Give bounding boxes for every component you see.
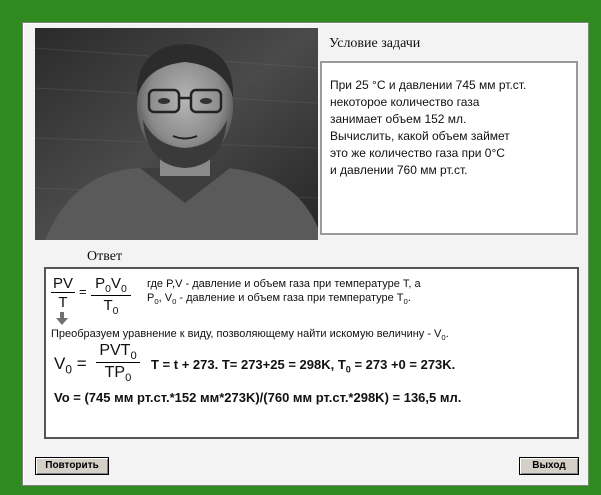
condition-line: Вычислить, какой объем займет [330,129,510,143]
result-line: Vo = (745 мм рт.ст.*152 мм*273K)/(760 мм… [54,390,462,405]
v0-symbol: V0 = [54,354,87,377]
note-line-1: где P,V - давление и объем газа при темп… [147,278,421,290]
condition-line: При 25 °C и давлении 745 мм рт.ст. [330,78,527,92]
condition-line: некоторое количество газа [330,95,480,109]
note-line-2: P0, V0 - давление и объем газа при темпе… [147,292,411,307]
repeat-button[interactable]: Повторить [35,457,109,475]
answer-box: PV T = P0V0 T0 где P,V - давление и объе… [44,267,579,439]
condition-title: Условие задачи [329,36,421,51]
temperature-formula: T = t + 273. T= 273+25 = 298K, T0 = 273 … [151,357,456,375]
lecturer-video [35,28,318,240]
equals-sign: = [79,284,87,299]
condition-line: занимает объем 152 мл. [330,112,467,126]
answer-title: Ответ [87,249,123,264]
arrow-down-icon [56,312,68,325]
lecturer-photo [35,28,318,240]
fraction-pvt0-tp0: PVT0 TP0 [96,342,140,384]
transform-text: Преобразуем уравнение к виду, позволяюще… [51,328,449,343]
condition-text-box: При 25 °C и давлении 745 мм рт.ст. некот… [320,61,578,235]
main-panel: Условие задачи При 25 °C и давлении 745 … [22,22,589,486]
fraction-p0v0-t0: P0V0 T0 [91,275,131,317]
fraction-pv-t: PV T [51,275,75,311]
condition-line: это же количество газа при 0°C [330,146,505,160]
condition-line: и давлении 760 мм рт.ст. [330,163,468,177]
exit-button[interactable]: Выход [519,457,579,475]
